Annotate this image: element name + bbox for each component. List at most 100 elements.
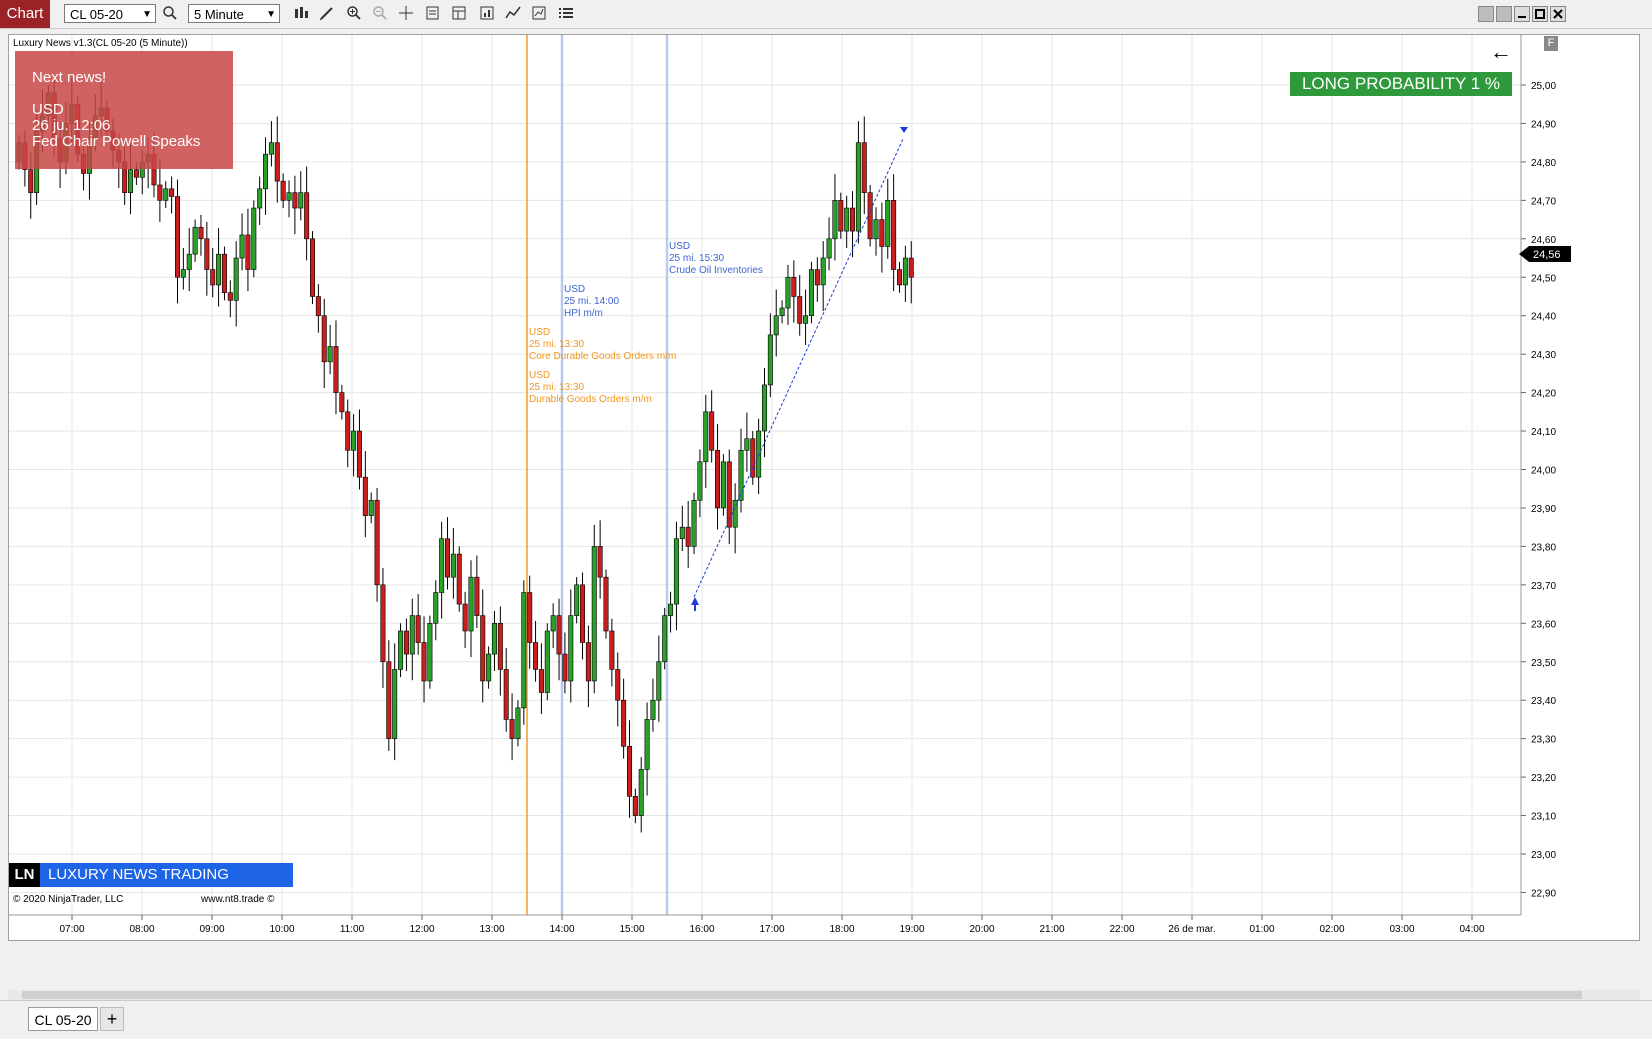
candle [439, 521, 445, 619]
tile-alt-button[interactable] [1496, 6, 1512, 22]
strategies-icon[interactable] [530, 5, 548, 23]
back-arrow-icon[interactable]: ← [1490, 39, 1512, 65]
bar-type-icon[interactable] [292, 5, 310, 23]
chart-tab[interactable]: Chart [0, 0, 50, 28]
time-tick-label: 15:00 [619, 924, 644, 935]
news-event-label: USD [564, 284, 585, 295]
candle [274, 116, 280, 203]
signal-trendline [693, 138, 904, 598]
candles [16, 78, 914, 833]
minimize-button[interactable] [1514, 6, 1530, 22]
candle [368, 492, 374, 524]
buy-arrow-icon [691, 597, 699, 611]
search-icon[interactable] [161, 5, 179, 23]
candle [268, 121, 274, 167]
candle [198, 214, 204, 256]
news-event-label: 25 mi. 14:00 [564, 296, 619, 307]
time-tick-label: 22:00 [1109, 924, 1134, 935]
candle [562, 632, 568, 694]
candle [480, 589, 486, 703]
candle [685, 501, 691, 568]
tile-button[interactable] [1478, 6, 1494, 22]
candle [462, 591, 468, 648]
price-tick-label: 24,30 [1531, 350, 1556, 361]
data-box-icon[interactable] [424, 5, 442, 23]
candle [720, 454, 726, 516]
f-button[interactable]: F [1544, 36, 1558, 51]
candle [908, 241, 914, 304]
candle [210, 248, 216, 298]
candle [345, 399, 351, 468]
next-news-title: Next news! [32, 69, 107, 86]
candle [779, 300, 785, 324]
scrollbar-thumb[interactable] [22, 991, 1582, 999]
candle [221, 246, 227, 301]
time-tick-label: 16:00 [689, 924, 714, 935]
maximize-button[interactable] [1532, 6, 1548, 22]
candle [415, 594, 421, 655]
crosshair-icon[interactable] [397, 5, 415, 23]
candle [803, 289, 809, 345]
zoom-out-icon[interactable] [371, 5, 389, 23]
candle [227, 280, 233, 318]
indicator-label: Luxury News v1.3(CL 05-20 (5 Minute)) [13, 38, 188, 49]
candle [703, 394, 709, 488]
news-event-label: Crude Oil Inventories [669, 265, 763, 276]
horizontal-scrollbar[interactable] [8, 990, 1640, 1000]
price-tick-label: 23,30 [1531, 735, 1556, 746]
candle [497, 606, 503, 696]
candle [333, 320, 339, 415]
news-event-label: Core Durable Goods Orders m/m [529, 351, 676, 362]
candle [791, 260, 797, 323]
price-tick-label: 23,20 [1531, 773, 1556, 784]
instrument-selector[interactable]: CL 05-20 ▼ [64, 4, 156, 23]
news-event-label: 25 mi. 13:30 [529, 382, 584, 393]
logo-box: LN [9, 863, 40, 887]
candle [245, 208, 251, 292]
price-tick-label: 24,80 [1531, 158, 1556, 169]
candle [668, 591, 674, 633]
price-tick-label: 23,50 [1531, 658, 1556, 669]
price-tick-label: 24,60 [1531, 235, 1556, 246]
instrument-value: CL 05-20 [70, 7, 123, 22]
add-tab-button[interactable]: + [100, 1007, 124, 1031]
candle [392, 643, 398, 761]
candle [568, 589, 574, 703]
zoom-in-icon[interactable] [345, 5, 363, 23]
price-tick-label: 23,10 [1531, 812, 1556, 823]
candle [861, 116, 867, 215]
candle [732, 483, 738, 554]
drawing-tool-icon[interactable] [318, 5, 336, 23]
list-icon[interactable] [557, 5, 575, 23]
copyright-text: © 2020 NinjaTrader, LLC [13, 894, 124, 905]
close-button[interactable] [1550, 6, 1566, 22]
bottom-tab-bar: CL 05-20 + [0, 1000, 1652, 1039]
instrument-tab[interactable]: CL 05-20 [28, 1007, 98, 1031]
candle [679, 505, 685, 552]
candle [597, 520, 603, 599]
candle [896, 261, 902, 293]
price-tick-label: 24,90 [1531, 119, 1556, 130]
candle [891, 174, 897, 292]
candle [533, 620, 539, 682]
chart-grid [9, 35, 1521, 915]
templates-icon[interactable] [450, 5, 468, 23]
price-tick-label: 23,40 [1531, 696, 1556, 707]
candle [738, 428, 744, 513]
interval-selector[interactable]: 5 Minute ▼ [188, 4, 280, 23]
candle [814, 257, 820, 302]
interval-value: 5 Minute [194, 7, 244, 22]
price-chart[interactable]: USD 25 mi. 13:30 Core Durable Goods Orders… [9, 35, 1639, 940]
indicators-icon[interactable] [504, 5, 522, 23]
price-tick-label: 23,90 [1531, 504, 1556, 515]
candle [691, 492, 697, 555]
candle [433, 580, 439, 641]
price-axis: 25,00 24,90 24,80 24,70 24,60 24,50 24,40 24,30… [1521, 81, 1556, 899]
chart-panel[interactable]: USD 25 mi. 13:30 Core Durable Goods Orders… [8, 34, 1640, 941]
time-tick-label: 12:00 [409, 924, 434, 935]
candle [650, 678, 656, 732]
candle [174, 179, 180, 304]
properties-icon[interactable] [478, 5, 496, 23]
candle [621, 678, 627, 759]
news-lines [526, 35, 669, 915]
